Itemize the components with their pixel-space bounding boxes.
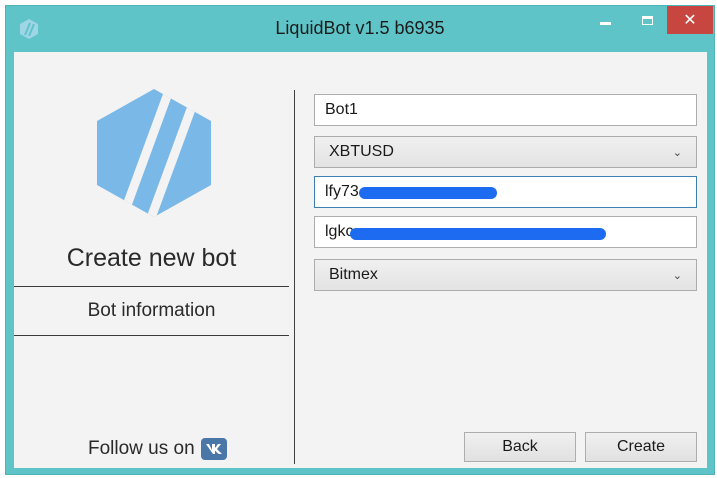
create-button[interactable]: Create	[585, 432, 697, 462]
close-icon: ✕	[683, 10, 697, 29]
chevron-down-icon: ⌄	[672, 268, 682, 282]
step-bot-information[interactable]: Bot information	[14, 287, 289, 335]
symbol-value: XBTUSD	[329, 143, 394, 160]
api-key-value: lfy73	[325, 183, 359, 200]
app-window: LiquidBot v1.5 b6935 ✕ Create new bot Bo…	[5, 5, 715, 475]
minimize-button[interactable]	[585, 6, 625, 34]
follow-us-label: Follow us on	[88, 438, 195, 459]
chevron-down-icon: ⌄	[672, 145, 682, 159]
exchange-value: Bitmex	[329, 266, 378, 283]
page-title: Create new bot	[66, 244, 237, 272]
liquidbot-logo-icon	[97, 89, 211, 217]
redaction-mark-api-secret	[350, 228, 606, 240]
back-button[interactable]: Back	[464, 432, 576, 462]
exchange-dropdown[interactable]: Bitmex ⌄	[314, 259, 697, 291]
symbol-dropdown[interactable]: XBTUSD ⌄	[314, 136, 697, 168]
vk-icon[interactable]	[200, 438, 227, 460]
close-button[interactable]: ✕	[667, 6, 713, 34]
maximize-icon	[641, 15, 653, 25]
follow-us: Follow us on	[88, 438, 227, 460]
client-area: Create new bot Bot information Follow us…	[14, 52, 707, 468]
vertical-separator	[294, 90, 295, 464]
redaction-mark-api-key	[359, 187, 497, 199]
bot-name-value: Bot1	[325, 101, 358, 118]
step-divider-bottom	[14, 335, 289, 336]
title-bar[interactable]: LiquidBot v1.5 b6935 ✕	[6, 6, 714, 52]
maximize-button[interactable]	[627, 6, 667, 34]
minimize-icon	[599, 21, 611, 25]
bot-name-input[interactable]: Bot1	[314, 94, 697, 126]
vk-logo-glyph	[205, 444, 222, 454]
